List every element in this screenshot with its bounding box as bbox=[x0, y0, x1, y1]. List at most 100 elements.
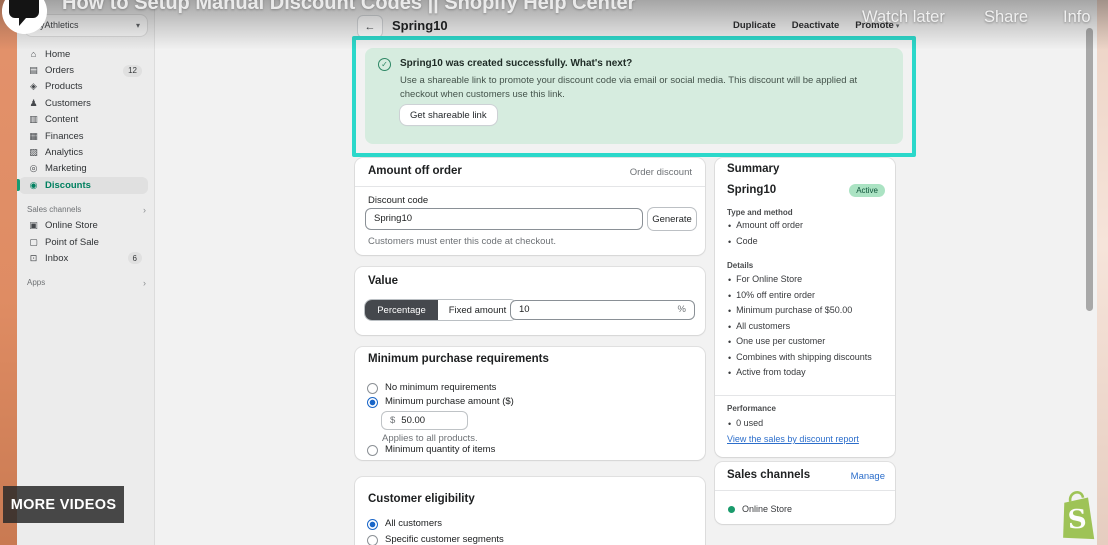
sidebar-item-label: Discounts bbox=[45, 179, 91, 191]
orders-count-badge: 12 bbox=[123, 64, 142, 77]
summary-code: Spring10 bbox=[727, 184, 777, 196]
generate-button[interactable]: Generate bbox=[648, 208, 696, 230]
bullet-icon: • bbox=[728, 337, 732, 347]
fixed-amount-button[interactable]: Fixed amount bbox=[438, 300, 517, 320]
shopify-bag-icon: S bbox=[1063, 491, 1095, 540]
sales-channels-section-header[interactable]: Sales channels › bbox=[27, 203, 146, 218]
left-edge-strip bbox=[0, 0, 17, 545]
chevron-down-icon: ▾ bbox=[135, 21, 140, 30]
sidebar-item-label: Orders bbox=[45, 65, 75, 77]
radio-minimum-amount[interactable]: Minimum purchase amount ($) bbox=[367, 396, 514, 408]
radio-minimum-quantity[interactable]: Minimum quantity of items bbox=[367, 444, 495, 456]
banner-title: Spring10 was created successfully. What'… bbox=[400, 58, 633, 69]
online-store-icon: ▣ bbox=[29, 220, 38, 231]
page-title: Spring10 bbox=[392, 18, 448, 33]
online-store-status-dot bbox=[728, 506, 735, 513]
watch-later-button[interactable]: Watch later bbox=[862, 9, 945, 26]
min-amount-helper: Applies to all products. bbox=[382, 433, 478, 444]
card-title: Minimum purchase requirements bbox=[368, 353, 549, 365]
summary-item: • Combines with shipping discounts bbox=[728, 352, 872, 364]
sidebar-item-label: Marketing bbox=[45, 163, 87, 175]
home-icon: ⌂ bbox=[30, 49, 37, 60]
sidebar-item-label: Home bbox=[45, 48, 71, 60]
sidebar-item-home[interactable]: ⌂ Home bbox=[19, 46, 148, 62]
check-circle-icon: ✓ bbox=[378, 58, 391, 71]
radio-specific-segments[interactable]: Specific customer segments bbox=[367, 534, 504, 545]
radio-all-customers[interactable]: All customers bbox=[367, 518, 442, 530]
radio-no-minimum[interactable]: No minimum requirements bbox=[367, 382, 496, 394]
video-title[interactable]: How to Setup Manual Discount Codes || Sh… bbox=[62, 0, 635, 13]
point-of-sale-icon: ▢ bbox=[29, 236, 38, 247]
scrollbar[interactable] bbox=[1086, 28, 1093, 311]
marketing-icon: ◎ bbox=[29, 163, 38, 174]
amount-off-order-card: Amount off order Order discount Discount… bbox=[355, 158, 705, 255]
bullet-icon: • bbox=[728, 368, 732, 378]
bullet-icon: • bbox=[728, 291, 732, 301]
share-button[interactable]: Share bbox=[984, 9, 1028, 26]
products-icon: ◈ bbox=[30, 81, 37, 92]
sidebar-item-analytics[interactable]: ▨ Analytics bbox=[19, 144, 148, 160]
summary-item: • Minimum purchase of $50.00 bbox=[728, 305, 853, 317]
summary-item: • One use per customer bbox=[728, 336, 826, 348]
sidebar-item-online-store[interactable]: ▣ Online Store bbox=[19, 218, 148, 234]
banner-body: Use a shareable link to promote your dis… bbox=[400, 75, 858, 101]
sidebar-item-content[interactable]: ▥ Content bbox=[19, 112, 148, 128]
sidebar-item-discounts[interactable]: ◉ Discounts bbox=[17, 177, 148, 194]
sidebar-item-orders[interactable]: ▤ Orders 12 bbox=[19, 62, 148, 78]
value-type-segmented-control: Percentage Fixed amount bbox=[365, 300, 517, 320]
status-badge: Active bbox=[849, 184, 885, 197]
summary-title: Summary bbox=[727, 163, 780, 175]
sidebar-item-customers[interactable]: ♟ Customers bbox=[19, 95, 148, 111]
performance-header: Performance bbox=[727, 404, 776, 413]
deactivate-button[interactable]: Deactivate bbox=[792, 21, 840, 31]
inbox-count-badge: 6 bbox=[127, 252, 142, 265]
radio-icon bbox=[367, 444, 378, 456]
more-videos-button[interactable]: MORE VIDEOS bbox=[3, 486, 124, 523]
bullet-icon: • bbox=[728, 237, 732, 247]
percentage-button[interactable]: Percentage bbox=[365, 300, 438, 320]
radio-icon bbox=[367, 534, 378, 545]
value-card: Value Percentage Fixed amount 10 % bbox=[355, 267, 705, 335]
discounts-icon: ◉ bbox=[29, 179, 38, 190]
discount-code-input[interactable]: Spring10 bbox=[365, 208, 643, 230]
currency-prefix: $ bbox=[390, 414, 396, 426]
apps-section-header[interactable]: Apps › bbox=[27, 276, 146, 291]
sidebar-item-marketing[interactable]: ◎ Marketing bbox=[19, 161, 148, 177]
sidebar-item-inbox[interactable]: ⊡ Inbox 6 bbox=[19, 250, 148, 266]
bullet-icon: • bbox=[728, 419, 732, 429]
value-input[interactable]: 10 % bbox=[510, 300, 695, 320]
details-header: Details bbox=[727, 261, 754, 270]
video-frame: AlyAthletics ▾ ⌂ Home ▤ Orders 12 ◈ Prod… bbox=[0, 0, 1108, 545]
divider bbox=[355, 186, 705, 187]
summary-item: • 0 used bbox=[728, 418, 764, 430]
back-button[interactable]: ← bbox=[358, 16, 382, 37]
back-arrow-icon: ← bbox=[364, 20, 376, 33]
sidebar-item-products[interactable]: ◈ Products bbox=[19, 79, 148, 95]
analytics-icon: ▨ bbox=[29, 147, 38, 158]
sidebar-item-label: Products bbox=[45, 81, 83, 93]
manage-link[interactable]: Manage bbox=[851, 472, 885, 482]
summary-panel: Summary Spring10 Active Type and method … bbox=[715, 158, 895, 457]
sales-report-link[interactable]: View the sales by discount report bbox=[727, 435, 859, 444]
sidebar-item-label: Analytics bbox=[45, 147, 84, 159]
bullet-icon: • bbox=[728, 306, 732, 316]
radio-icon bbox=[367, 382, 378, 394]
discount-code-label: Discount code bbox=[368, 195, 429, 206]
sales-channels-title: Sales channels bbox=[727, 469, 811, 481]
success-banner: ✓ Spring10 was created successfully. Wha… bbox=[365, 48, 903, 144]
sidebar-item-finances[interactable]: ▦ Finances bbox=[19, 128, 148, 144]
inbox-icon: ⊡ bbox=[29, 252, 38, 263]
radio-selected-icon bbox=[367, 518, 378, 530]
info-button[interactable]: Info bbox=[1063, 9, 1091, 26]
percent-suffix: % bbox=[677, 304, 686, 316]
min-amount-input[interactable]: $ 50.00 bbox=[381, 411, 468, 430]
bullet-icon: • bbox=[728, 275, 732, 285]
sidebar-item-point-of-sale[interactable]: ▢ Point of Sale bbox=[19, 234, 148, 250]
bullet-icon: • bbox=[728, 353, 732, 363]
summary-item: • All customers bbox=[728, 321, 791, 333]
get-shareable-link-button[interactable]: Get shareable link bbox=[400, 105, 497, 125]
radio-selected-icon bbox=[367, 396, 378, 408]
finances-icon: ▦ bbox=[29, 130, 38, 141]
customer-eligibility-card: Customer eligibility All customers Speci… bbox=[355, 477, 705, 545]
duplicate-button[interactable]: Duplicate bbox=[733, 21, 776, 31]
